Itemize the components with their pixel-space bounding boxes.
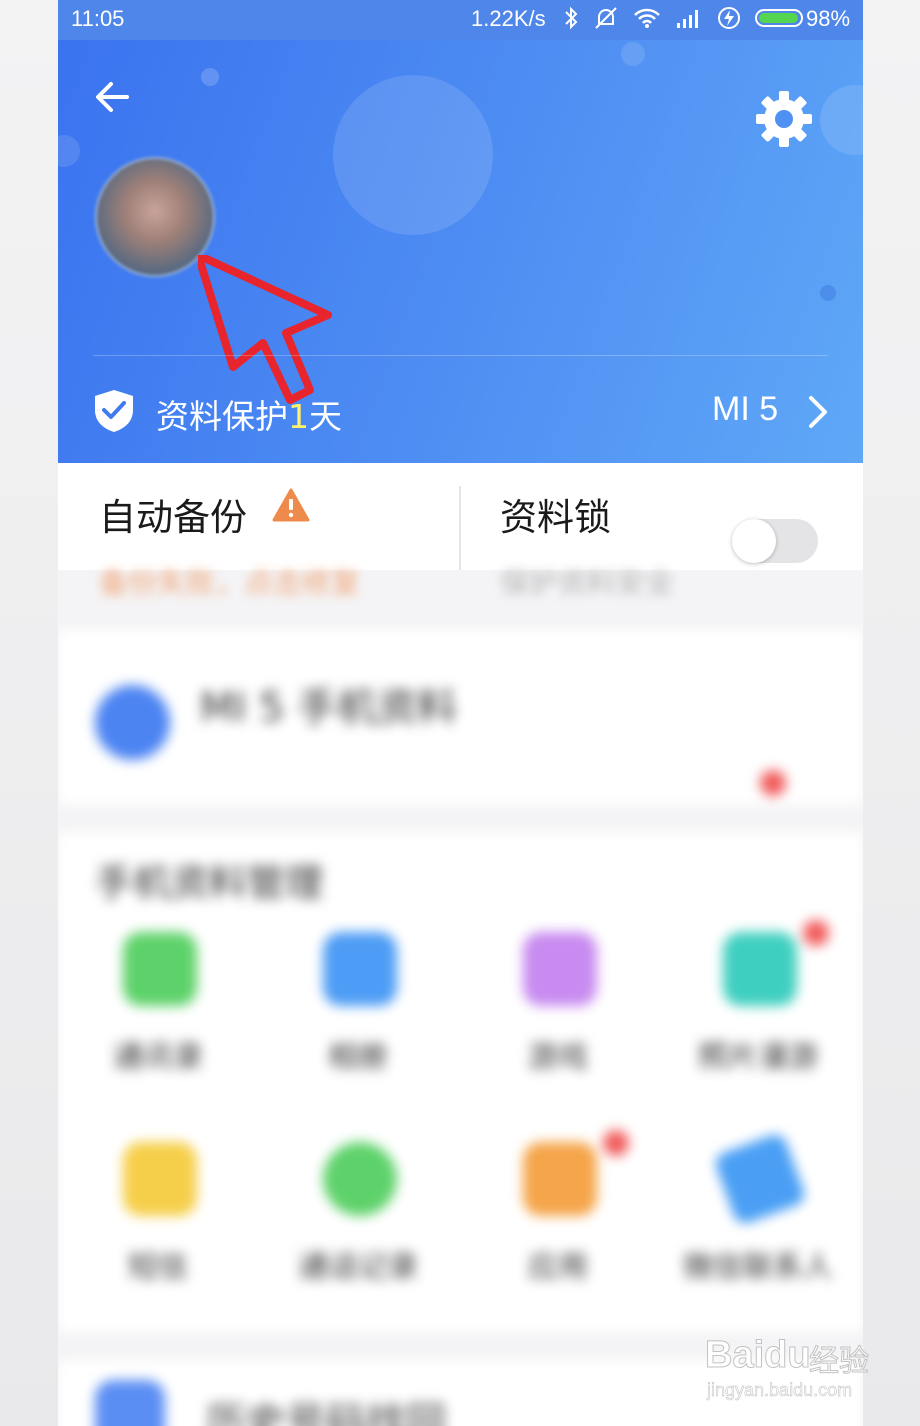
decor-bubble bbox=[58, 135, 80, 167]
protection-suffix: 天 bbox=[309, 397, 342, 436]
wifi-icon bbox=[634, 8, 660, 28]
watermark-brand: Baidu bbox=[705, 1334, 812, 1377]
bluetooth-icon bbox=[565, 6, 578, 30]
charging-icon bbox=[718, 7, 740, 29]
phone-screen: 11:05 1.22K/s 98% 资料保护1天 MI 5 自动备份 备份失败，… bbox=[58, 0, 863, 1426]
grid-item[interactable]: 相册 bbox=[258, 932, 458, 1132]
photo-icon bbox=[723, 932, 797, 1006]
gamepad-icon bbox=[523, 932, 597, 1006]
left-background bbox=[0, 0, 58, 1426]
album-icon bbox=[323, 932, 397, 1006]
phone-call-icon bbox=[323, 1142, 397, 1216]
watermark-brand-cn: 经验 bbox=[809, 1344, 870, 1380]
protection-days: 1 bbox=[288, 397, 309, 436]
promo-card[interactable]: MI 5 手机资料 bbox=[58, 630, 863, 805]
back-arrow-icon[interactable] bbox=[91, 75, 135, 119]
message-icon bbox=[123, 1142, 197, 1216]
device-name[interactable]: MI 5 bbox=[712, 390, 778, 429]
contacts-icon bbox=[123, 932, 197, 1006]
decor-bubble bbox=[820, 85, 863, 155]
notification-badge bbox=[603, 1130, 629, 1156]
profile-header: 资料保护1天 MI 5 bbox=[58, 40, 863, 463]
chevron-right-icon[interactable] bbox=[806, 392, 830, 432]
decor-bubble bbox=[333, 75, 493, 235]
battery-fill bbox=[759, 13, 799, 23]
backup-card: 自动备份 备份失败，点击修复 资料锁 保护资料安全 bbox=[58, 463, 863, 600]
grid-item-label: 微信联系人 bbox=[683, 1250, 833, 1285]
grid-item-label: 应用 bbox=[528, 1250, 588, 1285]
grid-item[interactable]: 通讯录 bbox=[58, 932, 258, 1132]
decor-bubble bbox=[621, 42, 645, 66]
grid-item[interactable]: 游戏 bbox=[458, 932, 658, 1132]
gear-icon[interactable] bbox=[753, 88, 815, 150]
grid-item[interactable]: 应用 bbox=[458, 1130, 658, 1342]
warning-icon bbox=[272, 488, 310, 522]
history-icon bbox=[95, 1380, 165, 1426]
battery-icon bbox=[755, 9, 803, 27]
grid-item-label: 相册 bbox=[328, 1040, 388, 1075]
notification-badge bbox=[803, 920, 829, 946]
status-time: 11:05 bbox=[71, 6, 125, 31]
status-icons bbox=[563, 6, 803, 30]
grid-item-label: 通话记录 bbox=[298, 1250, 418, 1285]
grid-item-label: 游戏 bbox=[528, 1040, 588, 1075]
protection-prefix: 资料保护 bbox=[156, 397, 288, 436]
grid-item-label: 照片漫游 bbox=[698, 1040, 818, 1075]
toggle-knob bbox=[732, 519, 776, 563]
grid-item-label: 短信 bbox=[128, 1250, 188, 1285]
baidu-jingyan-watermark: Baidu 经验 jingyan.baidu.com bbox=[705, 1322, 870, 1407]
data-lock-toggle[interactable] bbox=[732, 519, 818, 563]
grid-item[interactable]: 短信 bbox=[58, 1142, 258, 1342]
send-icon bbox=[712, 1131, 808, 1227]
header-divider bbox=[93, 355, 828, 356]
promo-icon bbox=[95, 685, 170, 760]
protection-status[interactable]: 资料保护1天 bbox=[156, 390, 342, 438]
app-box-icon bbox=[523, 1142, 597, 1216]
grid-item[interactable]: 通话记录 bbox=[258, 1142, 458, 1342]
blurred-content: MI 5 手机资料 手机资料管理 通讯录 相册 游戏 照片漫游 短信 通话记录 … bbox=[58, 570, 863, 1426]
section-title: 手机资料管理 bbox=[95, 861, 324, 905]
promo-title: MI 5 手机资料 bbox=[200, 685, 458, 731]
promo-badge bbox=[760, 770, 786, 796]
auto-backup-label[interactable]: 自动备份 bbox=[99, 487, 247, 541]
status-bar: 11:05 1.22K/s 98% bbox=[58, 0, 863, 40]
battery-percent: 98% bbox=[806, 6, 851, 31]
watermark-url: jingyan.baidu.com bbox=[707, 1380, 853, 1401]
history-label: 历史号码找回 bbox=[206, 1400, 446, 1426]
mute-icon bbox=[595, 7, 617, 29]
data-lock-label: 资料锁 bbox=[500, 496, 611, 539]
decor-bubble bbox=[201, 68, 219, 86]
decor-bubble bbox=[820, 285, 836, 301]
right-background bbox=[863, 0, 920, 1426]
avatar[interactable] bbox=[95, 157, 215, 277]
signal-icon bbox=[677, 10, 698, 28]
grid-item-label: 通讯录 bbox=[113, 1040, 203, 1075]
grid-item[interactable]: 微信联系人 bbox=[658, 1131, 858, 1342]
data-management-section: 手机资料管理 通讯录 相册 游戏 照片漫游 短信 通话记录 应用 微信联系人 bbox=[58, 832, 863, 1332]
card-divider bbox=[459, 486, 461, 570]
grid-item[interactable]: 照片漫游 bbox=[658, 920, 858, 1132]
network-speed: 1.22K/s bbox=[471, 6, 546, 31]
shield-check-icon bbox=[95, 390, 133, 432]
